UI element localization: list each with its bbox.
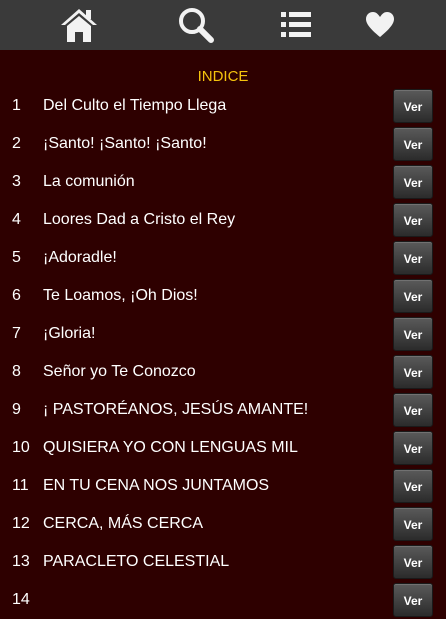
home-button[interactable] bbox=[49, 0, 109, 50]
song-title: EN TU CENA NOS JUNTAMOS bbox=[43, 477, 270, 494]
song-list: 1 Del Culto el Tiempo Llega Ver 2 ¡Santo! ¡S… bbox=[0, 87, 446, 619]
song-number: 2 bbox=[12, 135, 21, 152]
song-title: CERCA, MÁS CERCA bbox=[43, 515, 204, 532]
view-song-button[interactable]: Ver bbox=[393, 355, 433, 389]
view-song-button[interactable]: Ver bbox=[393, 165, 433, 199]
song-number: 9 bbox=[12, 401, 21, 418]
view-song-button[interactable]: Ver bbox=[393, 317, 433, 351]
view-song-button[interactable]: Ver bbox=[393, 241, 433, 275]
list-button[interactable] bbox=[266, 0, 326, 50]
song-title: La comunión bbox=[43, 173, 135, 190]
song-title: ¡Santo! ¡Santo! ¡Santo! bbox=[43, 135, 207, 152]
view-song-button[interactable]: Ver bbox=[393, 127, 433, 161]
view-song-button[interactable]: Ver bbox=[393, 89, 433, 123]
song-number: 10 bbox=[12, 439, 30, 456]
song-number: 13 bbox=[12, 553, 30, 570]
song-row: 10 QUISIERA YO CON LENGUAS MIL Ver bbox=[0, 429, 446, 467]
song-title: ¡ PASTORÉANOS, JESÚS AMANTE! bbox=[43, 401, 309, 418]
song-title: PARACLETO CELESTIAL bbox=[43, 553, 230, 570]
song-number: 1 bbox=[12, 97, 21, 114]
song-row: 12 CERCA, MÁS CERCA Ver bbox=[0, 505, 446, 543]
song-row: 3 La comunión Ver bbox=[0, 163, 446, 201]
view-song-button[interactable]: Ver bbox=[393, 469, 433, 503]
song-row: 7 ¡Gloria! Ver bbox=[0, 315, 446, 353]
song-number: 7 bbox=[12, 325, 21, 342]
song-number: 4 bbox=[12, 211, 21, 228]
view-song-button[interactable]: Ver bbox=[393, 279, 433, 313]
view-song-button[interactable]: Ver bbox=[393, 583, 433, 617]
song-number: 12 bbox=[12, 515, 30, 532]
index-title: INDICE bbox=[197, 68, 249, 85]
favorites-button[interactable] bbox=[350, 0, 410, 50]
search-button[interactable] bbox=[166, 0, 226, 50]
view-song-button[interactable]: Ver bbox=[393, 545, 433, 579]
song-number: 14 bbox=[12, 591, 30, 608]
song-number: 8 bbox=[12, 363, 21, 380]
view-song-button[interactable]: Ver bbox=[393, 507, 433, 541]
view-song-button[interactable]: Ver bbox=[393, 393, 433, 427]
home-icon bbox=[59, 6, 99, 44]
song-row: 14 Ver bbox=[0, 581, 446, 619]
song-row: 11 EN TU CENA NOS JUNTAMOS Ver bbox=[0, 467, 446, 505]
heart-icon bbox=[365, 11, 395, 39]
song-title: Te Loamos, ¡Oh Dios! bbox=[43, 287, 198, 304]
song-row: 2 ¡Santo! ¡Santo! ¡Santo! Ver bbox=[0, 125, 446, 163]
song-number: 5 bbox=[12, 249, 21, 266]
song-title: QUISIERA YO CON LENGUAS MIL bbox=[43, 439, 298, 456]
song-row: 4 Loores Dad a Cristo el Rey Ver bbox=[0, 201, 446, 239]
song-row: 5 ¡Adoradle! Ver bbox=[0, 239, 446, 277]
view-song-button[interactable]: Ver bbox=[393, 203, 433, 237]
search-icon bbox=[177, 6, 215, 44]
song-row: 1 Del Culto el Tiempo Llega Ver bbox=[0, 87, 446, 125]
song-title: ¡Adoradle! bbox=[43, 249, 117, 266]
song-number: 6 bbox=[12, 287, 21, 304]
song-title: Señor yo Te Conozco bbox=[43, 363, 196, 380]
song-row: 13 PARACLETO CELESTIAL Ver bbox=[0, 543, 446, 581]
song-row: 9 ¡ PASTORÉANOS, JESÚS AMANTE! Ver bbox=[0, 391, 446, 429]
song-row: 8 Señor yo Te Conozco Ver bbox=[0, 353, 446, 391]
top-toolbar bbox=[0, 0, 446, 50]
view-song-button[interactable]: Ver bbox=[393, 431, 433, 465]
song-row: 6 Te Loamos, ¡Oh Dios! Ver bbox=[0, 277, 446, 315]
song-title: Loores Dad a Cristo el Rey bbox=[43, 211, 236, 228]
song-title: ¡Gloria! bbox=[43, 325, 96, 342]
song-number: 11 bbox=[12, 477, 29, 494]
song-number: 3 bbox=[12, 173, 21, 190]
song-title: Del Culto el Tiempo Llega bbox=[43, 97, 227, 114]
list-icon bbox=[280, 10, 312, 40]
